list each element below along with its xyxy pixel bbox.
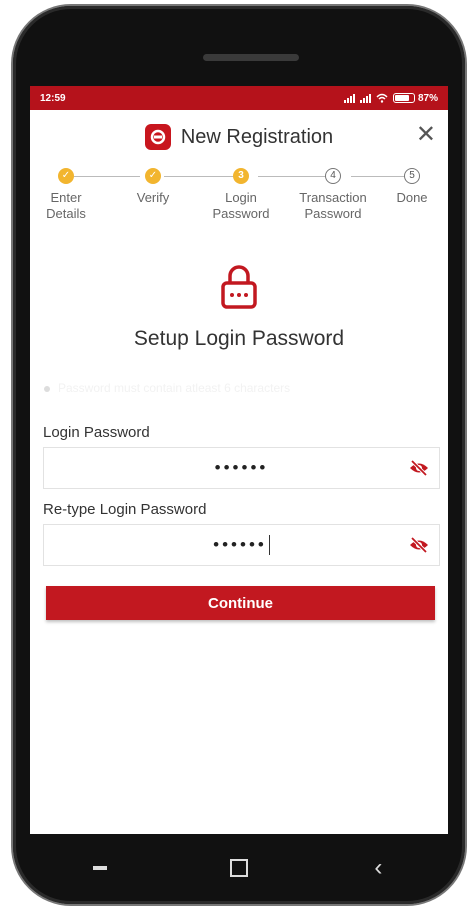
login-password-value: •••••• — [214, 458, 269, 477]
signal-2-icon — [359, 93, 371, 103]
step-label: Transaction — [299, 190, 367, 205]
minus-icon — [92, 866, 107, 870]
text-cursor — [268, 535, 270, 555]
step-enter-details: ✓ Enter Details — [30, 168, 111, 222]
nav-home-button[interactable] — [209, 848, 269, 888]
battery-icon: 87% — [392, 92, 438, 104]
step-label: Enter — [50, 190, 82, 205]
nav-recents-button[interactable]: ‹ — [348, 848, 408, 888]
continue-button[interactable]: Continue — [46, 586, 435, 620]
status-time: 12:59 — [40, 92, 66, 104]
signal-icon — [343, 93, 355, 103]
bank-logo-icon — [144, 124, 171, 150]
step-label: Login — [225, 190, 257, 205]
login-password-label: Login Password — [43, 424, 150, 441]
step-verify: ✓ Verify — [108, 168, 198, 206]
bullet-icon — [44, 386, 50, 392]
step-transaction-password: 4 Transaction Password — [288, 168, 378, 222]
android-nav-bar: ‹ — [30, 834, 448, 902]
retype-password-field[interactable]: •••••• — [43, 524, 440, 566]
page-header: New Registration ✕ — [30, 110, 448, 164]
step-login-password: 3 Login Password — [196, 168, 286, 222]
password-hint: Password must contain atleast 6 characte… — [44, 381, 434, 396]
step-label: Done — [396, 190, 428, 205]
status-icons: 87% — [343, 92, 438, 104]
page-title: New Registration — [180, 125, 334, 148]
step-label: Password — [212, 206, 270, 221]
setup-title: Setup Login Password — [133, 327, 345, 350]
step-label: Password — [304, 206, 362, 221]
step-label: Details — [46, 206, 86, 221]
chevron-left-icon: ‹ — [374, 854, 383, 881]
battery-percent: 87% — [417, 92, 438, 104]
step-number: 5 — [404, 168, 420, 184]
step-number: 3 — [233, 168, 249, 184]
check-icon: ✓ — [58, 168, 74, 184]
password-form: Login Password •••••• Re-type Login Pass… — [30, 424, 448, 620]
retype-password-value: •••••• — [213, 535, 267, 554]
retype-password-label: Re-type Login Password — [43, 501, 207, 518]
check-icon: ✓ — [145, 168, 161, 184]
step-number: 4 — [325, 168, 341, 184]
registration-stepper: ✓ Enter Details ✓ Verify 3 Login Passwor… — [30, 164, 448, 244]
hint-text: Password must contain atleast 6 characte… — [58, 381, 291, 395]
eye-off-icon[interactable] — [409, 459, 429, 477]
lock-icon — [221, 265, 257, 309]
nav-back-button[interactable] — [70, 848, 130, 888]
close-icon[interactable]: ✕ — [416, 122, 436, 148]
app-screen: 12:59 87% New Registration ✕ ✓ Enter Det… — [30, 86, 448, 834]
login-password-field[interactable]: •••••• — [43, 447, 440, 489]
wifi-icon — [376, 93, 388, 103]
step-done: 5 Done — [367, 168, 448, 206]
eye-off-icon[interactable] — [409, 536, 429, 554]
square-icon — [229, 859, 248, 877]
status-bar: 12:59 87% — [30, 86, 448, 110]
lock-icon-wrap — [30, 264, 448, 315]
earpiece-speaker — [203, 54, 299, 61]
step-label: Verify — [136, 190, 170, 205]
